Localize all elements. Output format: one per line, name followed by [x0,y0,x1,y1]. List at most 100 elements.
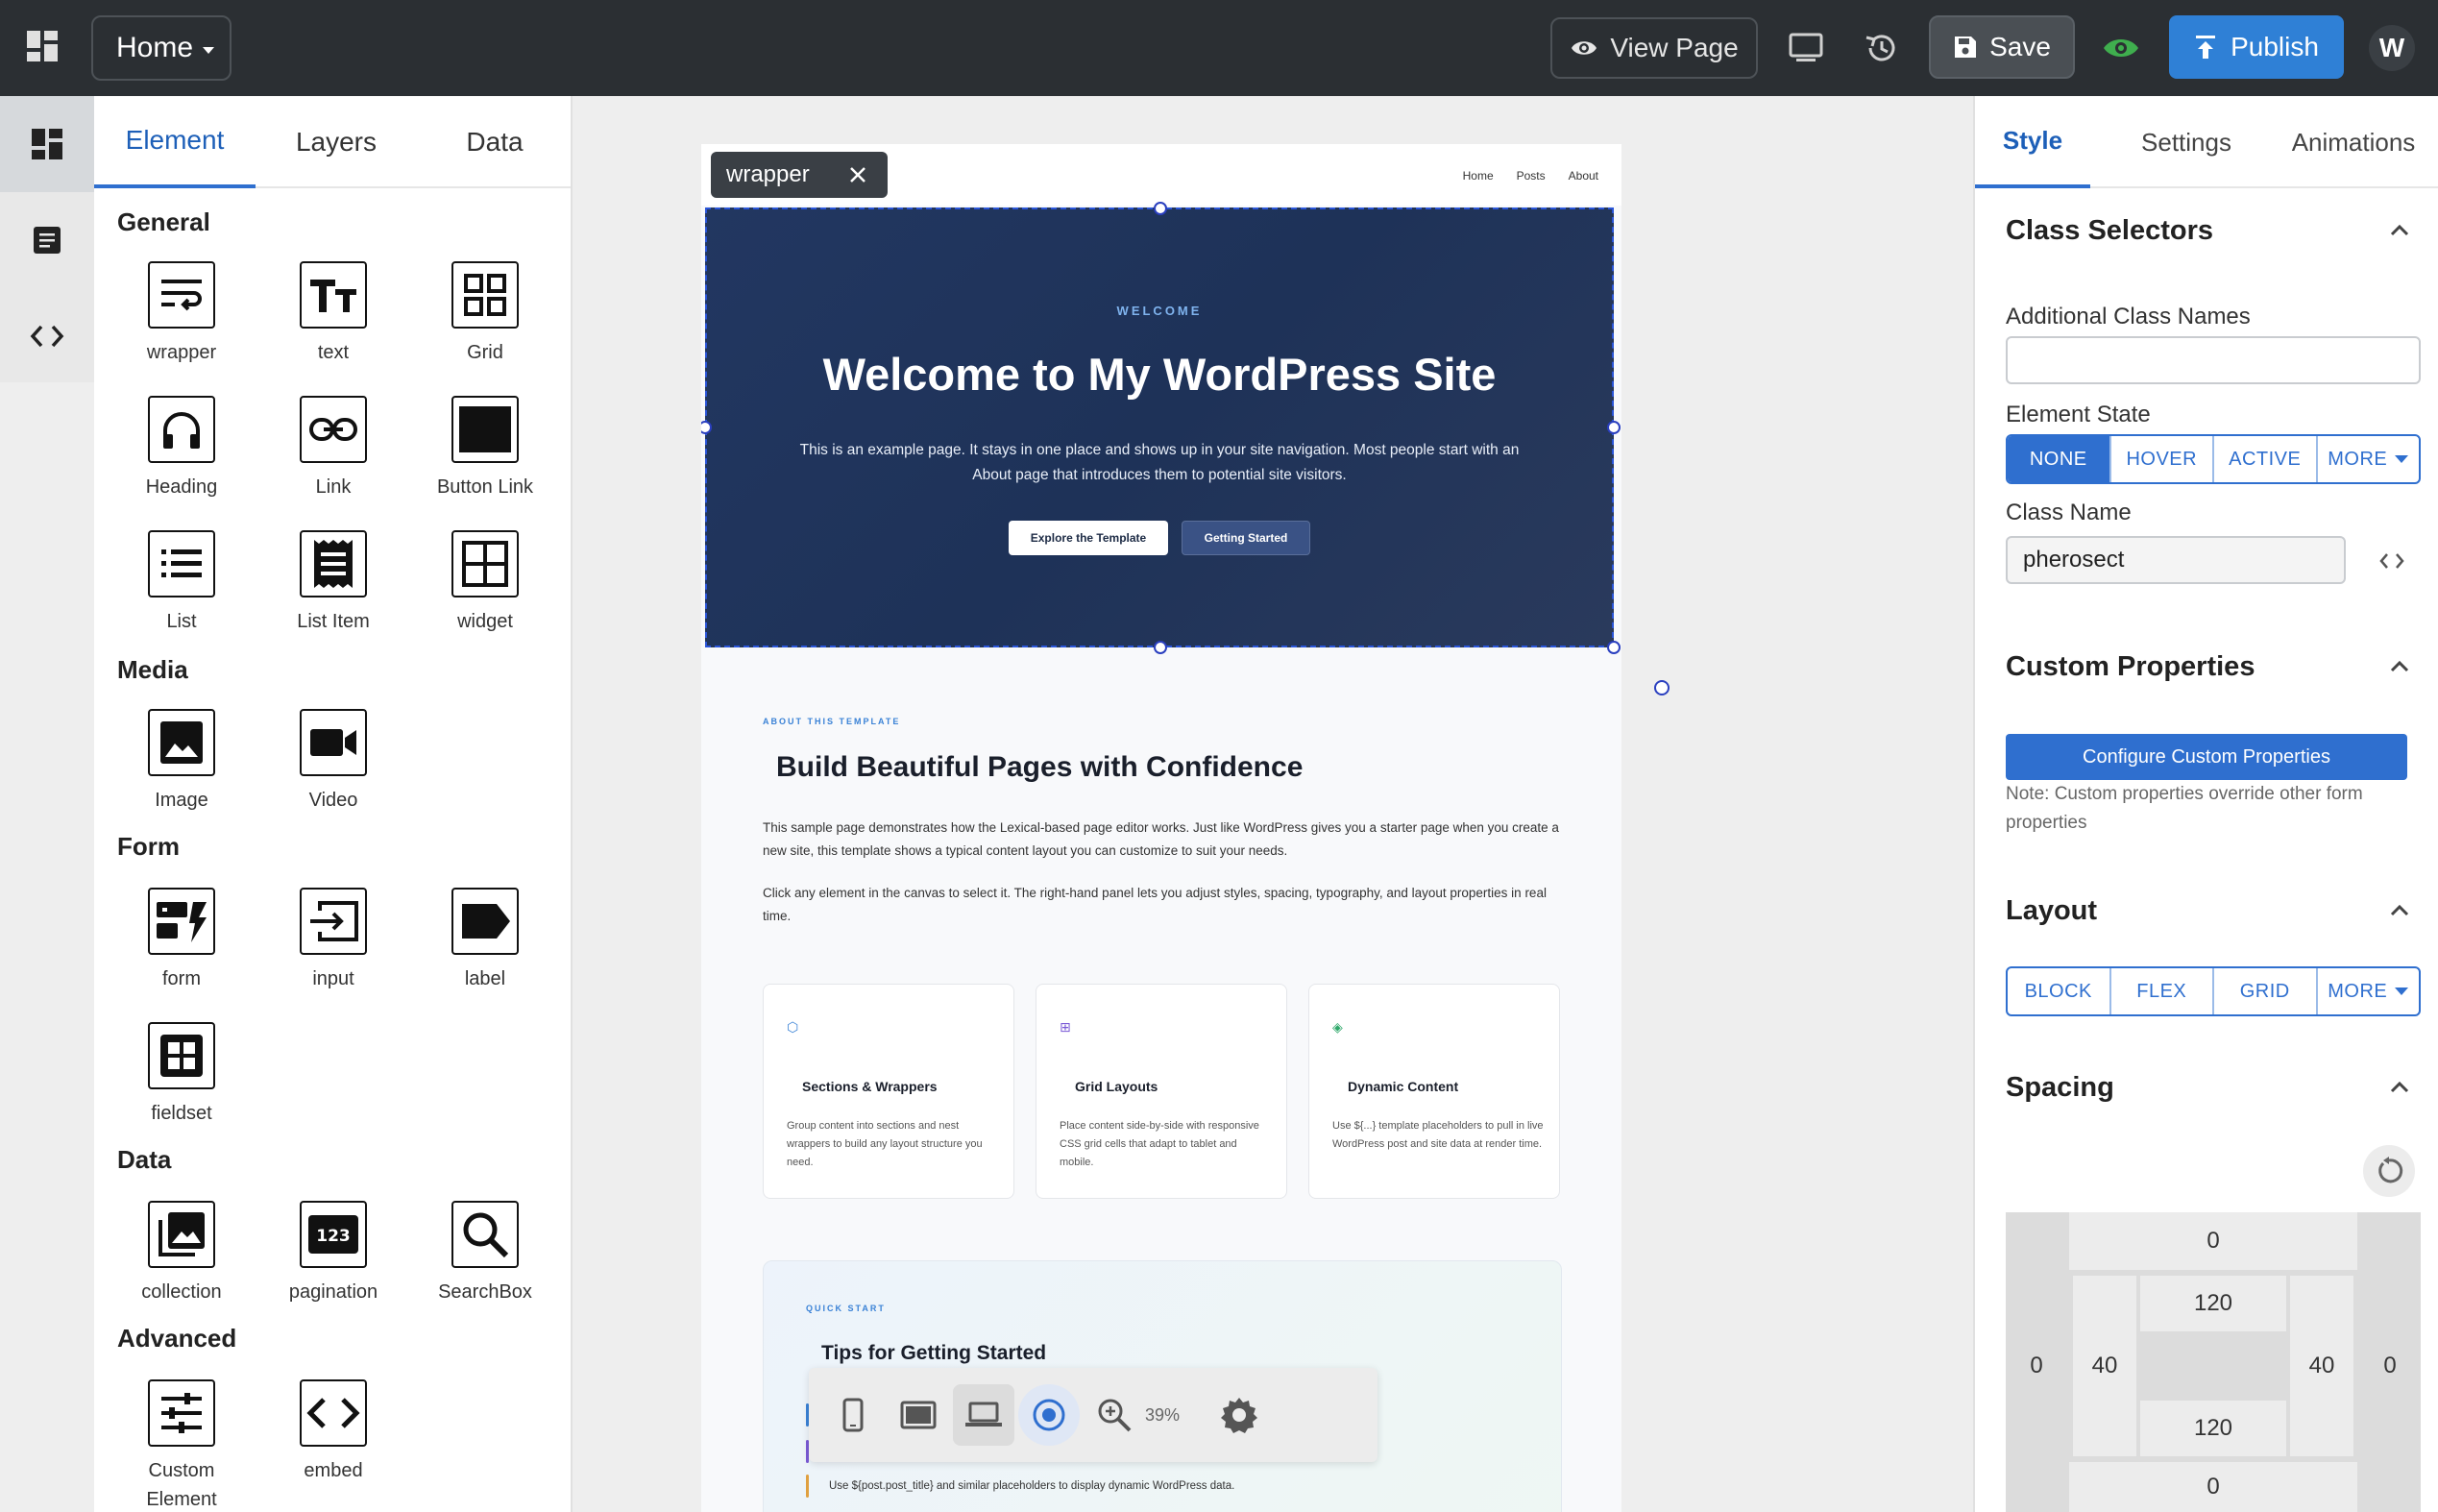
close-icon[interactable] [848,165,867,184]
resize-handle[interactable] [1154,202,1167,215]
view-page-button[interactable]: View Page [1550,17,1758,79]
padding-left-value[interactable]: 40 [2073,1276,2136,1456]
element-fieldset[interactable]: fieldset [119,1022,244,1128]
layout-title[interactable]: Layout [2006,895,2097,927]
about-paragraph[interactable]: Click any element in the canvas to selec… [763,882,1560,928]
resize-handle[interactable] [1607,421,1621,434]
tab-style[interactable]: Style [1975,96,2090,188]
state-more-button[interactable]: MORE [2318,436,2420,482]
element-collection[interactable]: collection [119,1201,244,1306]
rotate-handle[interactable] [1654,680,1670,695]
mobile-icon[interactable] [822,1384,884,1446]
chevron-up-icon[interactable] [2388,219,2411,242]
zoom-icon[interactable] [1084,1384,1145,1446]
element-widget[interactable]: widget [423,530,548,636]
quick-title[interactable]: Tips for Getting Started [821,1342,1046,1365]
quick-eyebrow[interactable]: QUICK START [806,1304,886,1313]
element-list[interactable]: List [119,530,244,636]
hero-title[interactable]: Welcome to My WordPress Site [705,348,1614,401]
class-name-input[interactable]: pherosect [2006,536,2346,584]
chevron-up-icon[interactable] [2388,1076,2411,1099]
card-title[interactable]: Dynamic Content [1348,1079,1458,1094]
getting-started-button[interactable]: Getting Started [1182,521,1310,555]
state-none-button[interactable]: NONE [2008,436,2111,482]
element-list-item[interactable]: List Item [271,530,396,636]
padding-bottom-value[interactable]: 120 [2140,1401,2286,1456]
margin-right-value[interactable]: 0 [2359,1276,2421,1456]
card-text[interactable]: Use ${...} template placeholders to pull… [1332,1117,1544,1154]
chevron-up-icon[interactable] [2388,655,2411,678]
card-title[interactable]: Sections & Wrappers [802,1079,938,1094]
about-paragraph[interactable]: This sample page demonstrates how the Le… [763,817,1560,863]
gear-icon[interactable] [1208,1384,1270,1446]
additional-class-input[interactable] [2006,336,2421,384]
padding-right-value[interactable]: 40 [2290,1276,2353,1456]
rail-pages[interactable] [0,192,94,288]
about-title[interactable]: Build Beautiful Pages with Confidence [776,751,1303,784]
layout-more-button[interactable]: MORE [2318,968,2420,1014]
element-text[interactable]: text [271,261,396,367]
selected-element-tag[interactable]: wrapper [711,152,888,198]
feature-card[interactable]: ◈ Dynamic Content Use ${...} template pl… [1308,984,1560,1199]
rail-elements[interactable] [0,96,94,192]
explore-template-button[interactable]: Explore the Template [1009,521,1168,555]
publish-button[interactable]: Publish [2169,15,2344,79]
configure-custom-properties-button[interactable]: Configure Custom Properties [2006,734,2407,780]
element-form[interactable]: form [119,888,244,993]
element-video[interactable]: Video [271,709,396,815]
element-link[interactable]: Link [271,396,396,501]
tab-settings[interactable]: Settings [2106,96,2267,188]
target-icon[interactable] [1018,1384,1080,1446]
element-input[interactable]: input [271,888,396,993]
about-eyebrow[interactable]: ABOUT THIS TEMPLATE [763,717,900,726]
feature-card[interactable]: ⊞ Grid Layouts Place content side-by-sid… [1036,984,1287,1199]
page-selector[interactable]: Home [91,15,232,81]
margin-bottom-value[interactable]: 0 [2069,1462,2357,1512]
state-active-button[interactable]: ACTIVE [2214,436,2318,482]
margin-top-value[interactable]: 0 [2069,1212,2357,1270]
code-icon[interactable] [2378,551,2405,571]
preview-eye-icon[interactable] [2100,27,2142,69]
dashboard-icon[interactable] [27,31,60,63]
state-hover-button[interactable]: HOVER [2111,436,2214,482]
custom-properties-title[interactable]: Custom Properties [2006,651,2255,683]
desktop-icon[interactable] [1785,27,1827,69]
card-text[interactable]: Group content into sections and nest wra… [787,1117,998,1172]
tab-layers[interactable]: Layers [256,96,417,188]
tab-data[interactable]: Data [417,96,571,188]
avatar[interactable]: W [2369,25,2415,71]
element-custom-element[interactable]: Custom Element [119,1379,244,1512]
page-preview[interactable]: Home Posts About WELCOME Welcome to My W… [701,144,1621,1512]
element-grid[interactable]: Grid [423,261,548,367]
save-button[interactable]: Save [1929,15,2075,79]
padding-top-value[interactable]: 120 [2140,1276,2286,1331]
element-searchbox[interactable]: SearchBox [423,1201,548,1306]
resize-handle[interactable] [1607,641,1621,654]
editor-canvas[interactable]: Home Posts About WELCOME Welcome to My W… [573,96,1973,1512]
layout-flex-button[interactable]: FLEX [2111,968,2214,1014]
tab-element[interactable]: Element [94,96,256,188]
nav-link-home[interactable]: Home [1463,169,1494,183]
margin-left-value[interactable]: 0 [2006,1276,2067,1456]
element-heading[interactable]: Heading [119,396,244,501]
rail-code[interactable] [0,288,94,384]
element-image[interactable]: Image [119,709,244,815]
element-label-tile[interactable]: label [423,888,548,993]
hero-wrapper[interactable]: WELCOME Welcome to My WordPress Site Thi… [705,207,1614,647]
element-pagination[interactable]: 123 pagination [271,1201,396,1306]
tip-text[interactable]: Use ${post.post_title} and similar place… [829,1480,1234,1492]
element-button-link[interactable]: Button Link [423,396,548,501]
reset-spacing-button[interactable] [2363,1145,2415,1197]
spacing-title[interactable]: Spacing [2006,1072,2114,1104]
hero-text[interactable]: This is an example page. It stays in one… [792,438,1527,488]
tablet-icon[interactable] [888,1384,949,1446]
class-selectors-title[interactable]: Class Selectors [2006,215,2213,247]
history-icon[interactable] [1860,27,1902,69]
feature-card[interactable]: ⬡ Sections & Wrappers Group content into… [763,984,1014,1199]
hero-eyebrow[interactable]: WELCOME [705,304,1614,318]
resize-handle[interactable] [1154,641,1167,654]
layout-block-button[interactable]: BLOCK [2008,968,2111,1014]
card-text[interactable]: Place content side-by-side with responsi… [1060,1117,1271,1172]
layout-grid-button[interactable]: GRID [2214,968,2318,1014]
nav-link-about[interactable]: About [1569,169,1598,183]
